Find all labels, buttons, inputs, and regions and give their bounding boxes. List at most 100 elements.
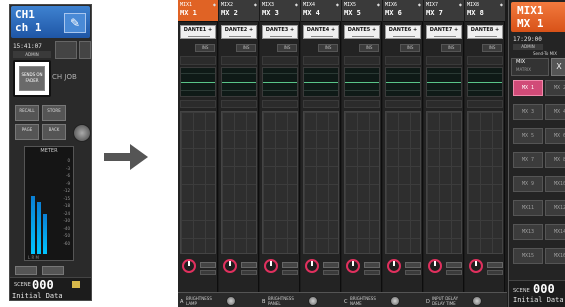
pencil-icon[interactable]: ✎	[64, 13, 86, 33]
output-port-button[interactable]: DANTE2 +	[221, 25, 257, 39]
mix-select-button[interactable]: MX 4	[545, 104, 565, 120]
on-button[interactable]	[364, 262, 380, 268]
on-button[interactable]	[200, 262, 216, 268]
panel-button[interactable]	[15, 266, 37, 275]
encoder-knob-icon[interactable]	[73, 124, 91, 142]
eq-graph[interactable]	[303, 67, 339, 97]
channel-strip[interactable]: MIX8 ◆ MX 8 DANTE8 + INS	[465, 0, 505, 292]
channel-header[interactable]: MIX3 ◆ MX 3	[260, 0, 300, 22]
recall-button[interactable]: RECALL	[15, 105, 39, 121]
close-button[interactable]: X	[551, 58, 565, 76]
insert-button[interactable]: INS	[482, 44, 502, 52]
eq-graph[interactable]	[467, 67, 503, 97]
strip-field[interactable]	[303, 100, 339, 108]
fader-area[interactable]	[262, 111, 298, 254]
panel-button[interactable]	[42, 266, 64, 275]
channel-name-display[interactable]: CH1 ch 1 ✎	[11, 6, 90, 38]
strip-field[interactable]	[385, 56, 421, 65]
strip-field[interactable]	[344, 56, 380, 65]
encoder-knob-icon[interactable]	[226, 296, 236, 306]
output-port-button[interactable]: DANTE4 +	[303, 25, 339, 39]
mix-select-button[interactable]: MX 7	[513, 152, 543, 168]
channel-header[interactable]: MIX5 ◆ MX 5	[342, 0, 382, 22]
channel-header[interactable]: MIX6 ◆ MX 6	[383, 0, 423, 22]
insert-button[interactable]: INS	[236, 44, 256, 52]
strip-field[interactable]	[467, 56, 503, 65]
insert-button[interactable]: INS	[441, 44, 461, 52]
cue-button[interactable]	[405, 270, 421, 275]
cue-button[interactable]	[323, 270, 339, 275]
on-button[interactable]	[241, 262, 257, 268]
output-port-button[interactable]: DANTE5 +	[344, 25, 380, 39]
store-button[interactable]: STORE	[42, 105, 66, 121]
fader-area[interactable]	[426, 111, 462, 254]
cue-button[interactable]	[446, 270, 462, 275]
output-port-button[interactable]: DANTE1 +	[180, 25, 216, 39]
channel-header[interactable]: MIX2 ◆ MX 2	[219, 0, 259, 22]
channel-strip[interactable]: MIX2 ◆ MX 2 DANTE2 + INS	[219, 0, 259, 292]
fader-area[interactable]	[344, 111, 380, 254]
on-button[interactable]	[446, 262, 462, 268]
strip-field[interactable]	[467, 100, 503, 108]
strip-field[interactable]	[385, 100, 421, 108]
insert-button[interactable]: INS	[359, 44, 379, 52]
on-button[interactable]	[323, 262, 339, 268]
strip-field[interactable]	[221, 100, 257, 108]
strip-field[interactable]	[180, 56, 216, 65]
mix-select-button[interactable]: MX10	[545, 176, 565, 192]
mix-select-button[interactable]: MX14	[545, 224, 565, 240]
channel-header[interactable]: MIX7 ◆ MX 7	[424, 0, 464, 22]
cue-button[interactable]	[282, 270, 298, 275]
encoder-knob-icon[interactable]	[390, 296, 400, 306]
mix-select-button[interactable]: MX 6	[545, 128, 565, 144]
channel-strip[interactable]: MIX4 ◆ MX 4 DANTE4 + INS	[301, 0, 341, 292]
back-button[interactable]: BACK	[42, 124, 66, 140]
strip-field[interactable]	[262, 56, 298, 65]
send-level-knob-icon[interactable]	[182, 259, 196, 273]
output-port-button[interactable]: DANTE3 +	[262, 25, 298, 39]
send-level-knob-icon[interactable]	[428, 259, 442, 273]
strip-field[interactable]	[221, 56, 257, 65]
mix-select-button[interactable]: MX16	[545, 248, 565, 264]
eq-graph[interactable]	[262, 67, 298, 97]
strip-field[interactable]	[262, 100, 298, 108]
mix-select-button[interactable]: MX 3	[513, 104, 543, 120]
mix-select-button[interactable]: MX12	[545, 200, 565, 216]
mix-select-button[interactable]: MX15	[513, 248, 543, 264]
selected-mix-display[interactable]: MIX1 MX 1	[511, 2, 565, 32]
fader-area[interactable]	[221, 111, 257, 254]
strip-field[interactable]	[344, 100, 380, 108]
insert-button[interactable]: INS	[195, 44, 215, 52]
channel-strip[interactable]: MIX5 ◆ MX 5 DANTE5 + INS	[342, 0, 382, 292]
channel-header[interactable]: MIX1 ◆ MX 1	[178, 0, 218, 22]
insert-button[interactable]: INS	[318, 44, 338, 52]
cue-button[interactable]	[200, 270, 216, 275]
sends-on-fader-button[interactable]: SENDS ON FADER	[19, 66, 45, 91]
send-level-knob-icon[interactable]	[387, 259, 401, 273]
fader-area[interactable]	[385, 111, 421, 254]
output-port-button[interactable]: DANTE8 +	[467, 25, 503, 39]
mix-select-button[interactable]: MX 5	[513, 128, 543, 144]
page-button[interactable]: PAGE	[15, 124, 39, 140]
eq-graph[interactable]	[426, 67, 462, 97]
channel-strip[interactable]: MIX6 ◆ MX 6 DANTE6 + INS	[383, 0, 423, 292]
channel-strip[interactable]: MIX7 ◆ MX 7 DANTE7 + INS	[424, 0, 464, 292]
strip-field[interactable]	[180, 100, 216, 108]
mix-select-button[interactable]: MX11	[513, 200, 543, 216]
insert-button[interactable]: INS	[277, 44, 297, 52]
channel-header[interactable]: MIX4 ◆ MX 4	[301, 0, 341, 22]
send-level-knob-icon[interactable]	[346, 259, 360, 273]
strip-field[interactable]	[426, 100, 462, 108]
send-level-knob-icon[interactable]	[305, 259, 319, 273]
mix-select-button[interactable]: MX13	[513, 224, 543, 240]
eq-graph[interactable]	[385, 67, 421, 97]
on-button[interactable]	[405, 262, 421, 268]
encoder-knob-icon[interactable]	[472, 296, 482, 306]
channel-strip[interactable]: MIX3 ◆ MX 3 DANTE3 + INS	[260, 0, 300, 292]
panel-button[interactable]	[55, 41, 77, 59]
mix-select-button[interactable]: MX 8	[545, 152, 565, 168]
cue-button[interactable]	[487, 270, 503, 275]
scene-display[interactable]: SCENE 000 Initial Data	[10, 277, 91, 300]
on-button[interactable]	[487, 262, 503, 268]
eq-graph[interactable]	[180, 67, 216, 97]
